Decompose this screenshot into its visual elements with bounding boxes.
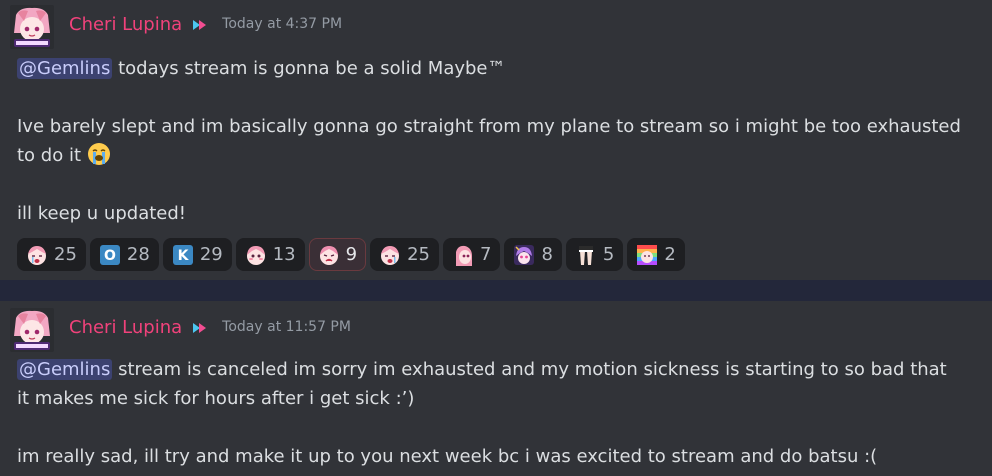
message-line: ill keep u updated!: [17, 199, 982, 228]
message-text: ill keep u updated!: [17, 203, 186, 224]
message: Cheri Lupina Today at 11:57 PM @Gemlins …: [0, 301, 992, 476]
cheri-crying-emote-icon: [28, 245, 46, 265]
reaction-count: 8: [541, 244, 553, 265]
reaction-count: 25: [407, 244, 430, 265]
server-tag-icon: [192, 320, 210, 334]
message-text: Ive barely slept and im basically gonna …: [17, 116, 961, 137]
username[interactable]: Cheri Lupina: [69, 317, 182, 338]
message-text: im really sad, ill try and make it up to…: [17, 446, 878, 467]
loudly-crying-face-icon: [87, 142, 111, 166]
message-divider: [0, 280, 992, 301]
message-line: im really sad, ill try and make it up to…: [17, 442, 982, 471]
message: Cheri Lupina Today at 4:37 PM @Gemlins t…: [0, 0, 992, 280]
reaction[interactable]: K 29: [162, 238, 232, 271]
purple-character-emote-icon: [514, 244, 535, 265]
message-line: @Gemlins stream is canceled im sorry im …: [17, 355, 982, 384]
legs-emote-icon: [578, 245, 593, 265]
letter-o-icon: O: [99, 244, 120, 265]
reaction-count: 5: [602, 244, 615, 265]
message-line: it makes me sick for hours after i get s…: [17, 384, 982, 413]
message-line: Ive barely slept and im basically gonna …: [17, 112, 982, 141]
reaction[interactable]: 5: [565, 238, 624, 271]
cheri-blush-emote-icon: [246, 245, 265, 265]
mention[interactable]: @Gemlins: [17, 58, 113, 79]
timestamp[interactable]: Today at 4:37 PM: [222, 16, 342, 32]
avatar[interactable]: [10, 308, 54, 352]
username[interactable]: Cheri Lupina: [69, 14, 182, 35]
reaction-count: 13: [272, 244, 296, 265]
reaction-count: 7: [479, 244, 492, 265]
reaction[interactable]: 8: [504, 238, 562, 271]
server-tag-icon: [192, 17, 210, 31]
svg-text:K: K: [177, 248, 189, 264]
reaction[interactable]: 13: [235, 238, 305, 271]
cheri-peek-emote-icon: [455, 245, 472, 266]
letter-k-icon: K: [172, 244, 193, 265]
reaction[interactable]: 2: [627, 238, 685, 271]
reactions-bar: 25 O 28 K 29 13 9 25 7 8 5 2: [17, 238, 685, 271]
reaction-count: 29: [199, 244, 223, 265]
message-header: Cheri Lupina Today at 4:37 PM: [69, 12, 342, 36]
message-text: todays stream is gonna be a solid Maybe™: [118, 58, 506, 79]
reaction-count: 9: [345, 244, 358, 265]
message-text: to do it: [17, 145, 82, 166]
reaction-count: 28: [126, 244, 150, 265]
reaction-count: 2: [664, 244, 676, 265]
avatar[interactable]: [10, 5, 54, 49]
message-text: it makes me sick for hours after i get s…: [17, 388, 415, 409]
cheri-sad-emote-icon: [319, 245, 338, 265]
message-content: @Gemlins todays stream is gonna be a sol…: [17, 54, 982, 228]
timestamp[interactable]: Today at 11:57 PM: [222, 319, 351, 335]
message-text: stream is canceled im sorry im exhausted…: [118, 359, 947, 380]
message-header: Cheri Lupina Today at 11:57 PM: [69, 315, 351, 339]
rainbow-cheri-emote-icon: [637, 244, 658, 265]
reaction[interactable]: 25: [17, 238, 86, 271]
cheri-crying-emote-icon: [381, 245, 400, 265]
message-line: to do it: [17, 141, 982, 170]
mention[interactable]: @Gemlins: [17, 359, 113, 380]
reaction-count: 25: [54, 244, 77, 265]
message-content: @Gemlins stream is canceled im sorry im …: [17, 355, 982, 471]
reaction[interactable]: O 28: [89, 238, 159, 271]
reaction[interactable]: 25: [370, 238, 439, 271]
svg-text:O: O: [104, 248, 116, 264]
reaction[interactable]: 7: [442, 238, 501, 271]
reaction[interactable]: 9: [308, 238, 367, 271]
message-line: @Gemlins todays stream is gonna be a sol…: [17, 54, 982, 83]
